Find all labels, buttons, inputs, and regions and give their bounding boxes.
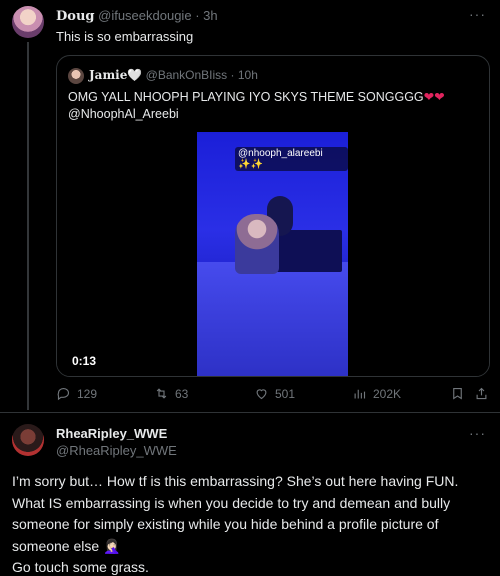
quoted-text: OMG YALL NHOOPH PLAYING IYO SKYS THEME S… [68,89,483,123]
share-icon [476,387,487,400]
bookmark-button[interactable] [450,386,465,401]
video-person [235,214,279,274]
quoted-avatar [68,68,84,84]
action-bar: 129 63 501 202K [56,386,490,404]
tweet-line: Go touch some grass. [12,559,149,575]
video-booth [197,262,348,376]
tweet-line: someone for simply existing while you hi… [12,516,439,532]
quoted-author-name: Jamie🤍 [89,68,143,82]
reply-icon [57,387,70,401]
quoted-author-handle: @BankOnBIiss [145,68,228,82]
author-name[interactable]: Doug [56,9,95,24]
quoted-tweet[interactable]: Jamie🤍 @BankOnBIiss · 10h OMG YALL NHOOP… [56,55,490,377]
heart-emoji: ❤❤ [423,90,445,104]
video-duration: 0:13 [72,354,97,368]
tweet-text: This is so embarrassing [56,29,194,44]
reply-button[interactable]: 129 [56,386,97,401]
tweet-reply[interactable]: RheaRipley_WWE @RheaRipley_WWE ··· I’m s… [0,412,500,576]
video-player[interactable]: @nhooph_alareebi ✨✨ 0:13 [57,132,489,376]
tweet-line: What IS embarrassing is when you decide … [12,494,451,511]
share-button[interactable] [474,386,489,401]
views-count: 202K [373,386,402,401]
tweet-line: someone else 🤦🏻‍♀️ [12,537,121,554]
tweet-line: I’m sorry but… How tf is this embarrassi… [12,473,459,489]
avatar[interactable] [12,424,44,456]
bookmark-icon [453,387,462,400]
thread-line [27,42,29,410]
views-button[interactable]: 202K [352,386,401,401]
like-button[interactable]: 501 [254,386,295,401]
heart-icon [256,389,267,400]
views-icon [354,389,366,399]
author-handle[interactable]: @RheaRipley_WWE [56,443,177,458]
quoted-header: Jamie🤍 @BankOnBIiss · 10h [89,68,258,82]
author-handle[interactable]: @ifuseekdougie [98,8,191,23]
quoted-mention[interactable]: @NhoophAl_Areebi [68,107,179,121]
retweet-icon [156,388,167,399]
author-name[interactable]: RheaRipley_WWE [56,426,167,441]
quoted-text-body: OMG YALL NHOOPH PLAYING IYO SKYS THEME S… [68,90,424,104]
video-frame: @nhooph_alareebi ✨✨ [197,132,348,376]
quoted-time: · 10h [230,68,258,82]
more-options-icon[interactable]: ··· [469,425,486,441]
like-count: 501 [275,386,296,401]
video-tag: @nhooph_alareebi ✨✨ [235,147,348,171]
avatar[interactable] [12,6,44,38]
more-options-icon[interactable]: ··· [469,6,486,22]
tweet-text: I’m sorry but… How tf is this embarrassi… [12,471,490,576]
retweet-count: 63 [175,386,189,401]
tweet-time[interactable]: · 3h [195,8,217,23]
reply-count: 129 [77,386,98,401]
retweet-button[interactable]: 63 [154,386,188,401]
tweet-header: Doug @ifuseekdougie · 3h [56,8,218,24]
tweet-original[interactable]: Doug @ifuseekdougie · 3h ··· This is so … [0,0,500,412]
